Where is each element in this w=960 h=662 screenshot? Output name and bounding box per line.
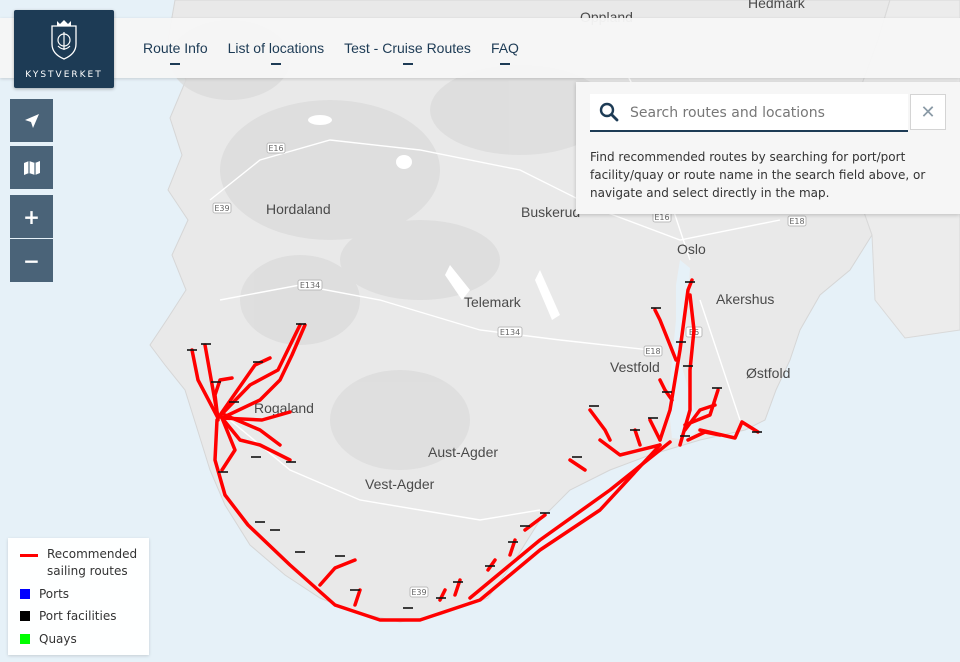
quays-swatch [20,634,30,644]
zoom-out-button[interactable]: − [10,239,53,282]
locate-button[interactable] [10,99,53,142]
search-input[interactable] [628,98,904,128]
place-label: Buskerud [521,204,580,220]
svg-text:E18: E18 [789,217,804,226]
road-shield: E39 [212,202,232,214]
legend-label: Ports [39,587,70,601]
place-label: Vestfold [610,359,660,375]
road-shield: E134 [297,279,323,291]
legend-label: Recommended sailing routes [47,547,138,578]
minus-icon: − [23,248,40,273]
logo-text: KYSTVERKET [25,70,103,80]
svg-text:E16: E16 [268,144,283,153]
nav-test-cruise-routes[interactable]: Test - Cruise Routes [344,40,471,65]
svg-text:E134: E134 [500,328,520,337]
place-label: Vest-Agder [365,476,435,492]
svg-text:E134: E134 [300,281,320,290]
close-icon: ✕ [920,101,936,123]
main-nav: Route Info List of locations Test - Crui… [143,40,519,65]
road-shield: E18 [643,345,663,357]
nav-list-of-locations[interactable]: List of locations [228,40,324,65]
plus-icon: + [23,204,40,229]
search-box[interactable] [590,94,908,132]
search-icon [599,102,619,122]
nav-faq[interactable]: FAQ [491,40,519,65]
svg-text:E39: E39 [411,588,426,597]
kystverket-logo[interactable]: KYSTVERKET [14,10,114,88]
search-help-text: Find recommended routes by searching for… [590,150,926,200]
top-navigation-bar: Route Info List of locations Test - Crui… [0,18,960,78]
place-label: Hordaland [266,201,331,217]
place-label: Oslo [677,241,706,257]
map-icon [23,160,40,175]
svg-text:E16: E16 [654,213,669,222]
place-label: Østfold [746,365,790,381]
search-panel: ✕ Find recommended routes by searching f… [576,82,960,214]
map-legend: Recommended sailing routes Ports Port fa… [8,538,149,655]
svg-text:E39: E39 [214,204,229,213]
legend-item-routes: Recommended sailing routes [20,546,142,580]
legend-item-ports: Ports [20,586,69,603]
clear-search-button[interactable]: ✕ [910,94,946,130]
zoom-in-button[interactable]: + [10,195,53,238]
port-facilities-swatch [20,611,30,621]
map-layers-button[interactable] [10,146,53,189]
nav-route-info[interactable]: Route Info [143,40,208,65]
legend-label: Port facilities [39,609,117,623]
route-line-swatch [20,554,38,557]
location-arrow-icon [24,113,39,128]
legend-label: Quays [39,632,77,646]
place-label: Telemark [464,294,522,310]
svg-text:E18: E18 [645,347,660,356]
crest-icon [51,20,77,60]
road-shield: E134 [497,326,523,338]
legend-item-port-facilities: Port facilities [20,608,116,625]
place-label: Akershus [716,291,774,307]
legend-item-quays: Quays [20,631,77,648]
place-label: Hedmark [748,0,806,11]
place-label: Aust-Agder [428,444,498,460]
ports-swatch [20,589,30,599]
road-shield: E39 [409,586,429,598]
road-shield: E18 [787,215,807,227]
road-shield: E16 [266,142,286,154]
